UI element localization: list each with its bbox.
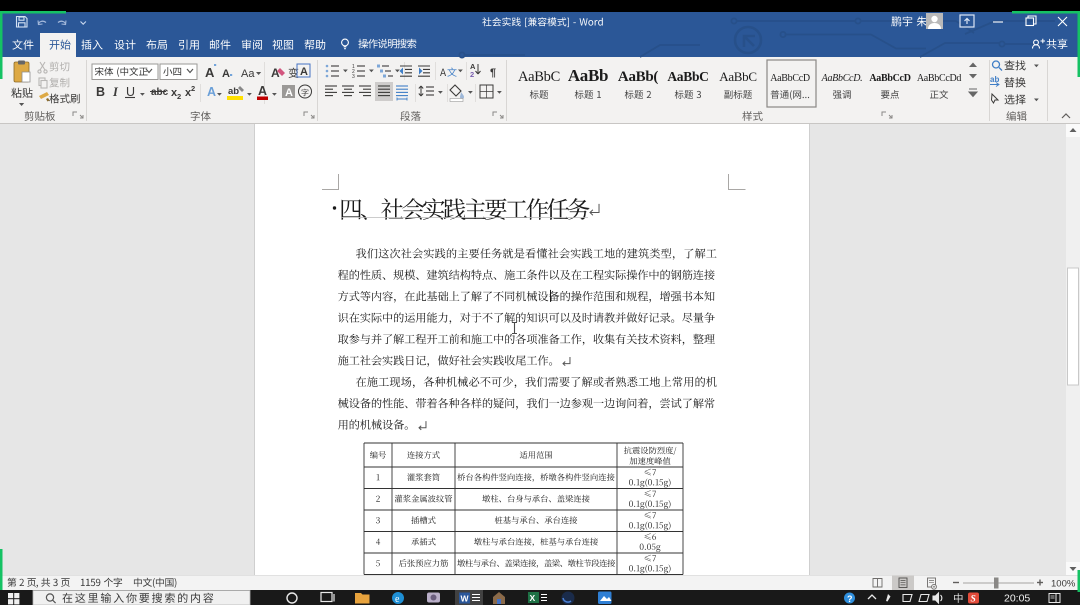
- svg-text:AaBb: AaBb: [568, 66, 608, 85]
- svg-text:AaBbC: AaBbC: [518, 69, 560, 85]
- svg-text:?: ?: [847, 594, 853, 604]
- svg-text:2: 2: [191, 84, 195, 93]
- svg-text:U: U: [126, 85, 135, 99]
- svg-text:ab: ab: [228, 86, 239, 97]
- svg-text:AaBb(: AaBb(: [618, 69, 658, 85]
- svg-text:AaBbC: AaBbC: [667, 69, 708, 84]
- svg-text:100%: 100%: [1051, 579, 1076, 590]
- svg-text:¶: ¶: [490, 67, 496, 79]
- svg-text:AaBbCcD: AaBbCcD: [770, 73, 810, 84]
- svg-text:2: 2: [177, 92, 181, 101]
- svg-text:3: 3: [352, 74, 355, 80]
- svg-text:AaBbCcD.: AaBbCcD.: [821, 73, 863, 84]
- svg-text:A: A: [258, 84, 267, 98]
- svg-text:A: A: [300, 66, 308, 78]
- svg-text:A: A: [205, 65, 215, 80]
- svg-text:20:05: 20:05: [1004, 593, 1030, 605]
- svg-text:B: B: [96, 85, 105, 99]
- svg-text:Aa: Aa: [241, 68, 255, 80]
- svg-text:AaBbC: AaBbC: [719, 69, 757, 84]
- svg-text:S: S: [971, 595, 976, 605]
- svg-text:e: e: [395, 594, 400, 605]
- svg-text:abc: abc: [151, 87, 169, 98]
- svg-text:AaBbCcD: AaBbCcD: [869, 73, 910, 84]
- svg-text:2: 2: [470, 70, 474, 79]
- svg-text:AaBbCcDd: AaBbCcDd: [917, 73, 962, 84]
- svg-text:A: A: [222, 68, 230, 80]
- svg-text:A: A: [285, 87, 293, 99]
- svg-text:ab: ab: [990, 75, 999, 84]
- svg-text:W: W: [461, 594, 470, 604]
- svg-text:A: A: [271, 66, 280, 80]
- svg-text:X: X: [530, 593, 536, 603]
- svg-text:A: A: [207, 85, 216, 99]
